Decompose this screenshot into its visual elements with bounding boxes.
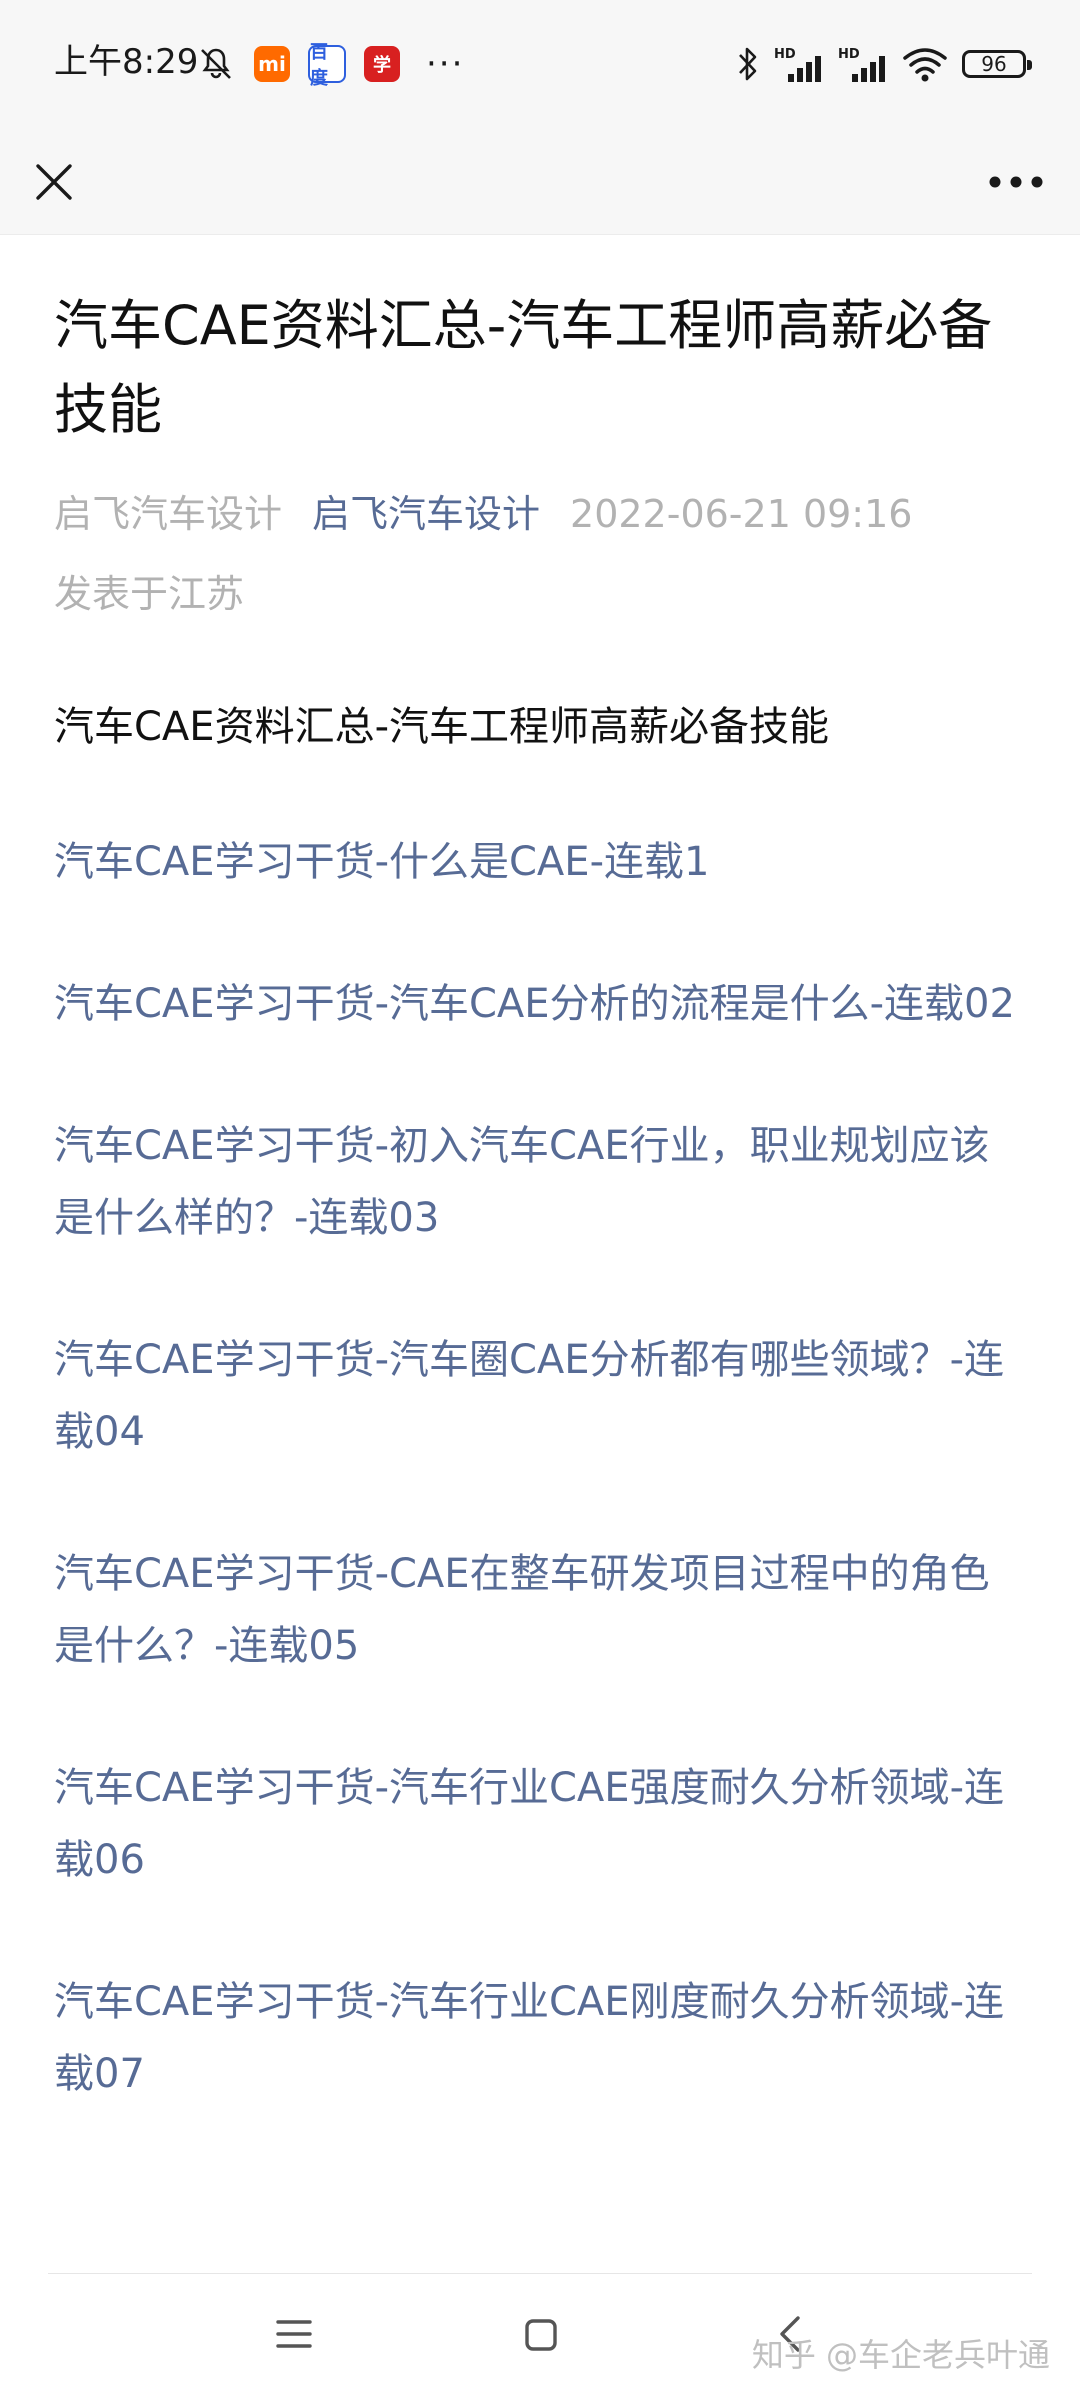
article-link-5[interactable]: 汽车CAE学习干货-CAE在整车研发项目过程中的角色是什么？-连载05 xyxy=(54,1538,1026,1682)
battery-indicator: 96 xyxy=(962,50,1032,78)
article-title: 汽车CAE资料汇总-汽车工程师高薪必备技能 xyxy=(54,294,993,441)
notifications-muted-icon xyxy=(201,48,231,79)
home-square-icon xyxy=(525,2319,557,2351)
hd-label-2: HD xyxy=(838,47,860,62)
close-icon xyxy=(36,164,72,200)
article-link-3[interactable]: 汽车CAE学习干货-初入汽车CAE行业，职业规划应该是什么样的？-连载03 xyxy=(54,1110,1026,1254)
article-link-2[interactable]: 汽车CAE学习干货-汽车CAE分析的流程是什么-连载02 xyxy=(54,968,1026,1040)
menu-icon xyxy=(276,2320,312,2348)
publish-date: 2022-06-21 09:16 xyxy=(570,492,913,536)
signal-2-icon: HD xyxy=(838,47,885,82)
home-button[interactable] xyxy=(524,2318,558,2356)
account-name-link[interactable]: 启飞汽车设计 xyxy=(312,492,540,536)
baidu-app-icon: 百度 xyxy=(308,42,346,89)
article-link-1[interactable]: 汽车CAE学习干货-什么是CAE-连载1 xyxy=(54,826,1026,898)
watermark: 知乎 @车企老兵叶通 xyxy=(751,2336,1050,2374)
status-time: 上午8:29 xyxy=(54,42,199,82)
author-name: 启飞汽车设计 xyxy=(54,492,283,536)
recent-apps-button[interactable] xyxy=(276,2318,312,2354)
article: 汽车CAE资料汇总-汽车工程师高薪必备技能 启飞汽车设计 启飞汽车设计 2022-0… xyxy=(54,234,1026,2110)
article-intro: 汽车CAE资料汇总-汽车工程师高薪必备技能 xyxy=(54,704,829,750)
page: 上午8:29 mi 百度 学 ··· HD HD 96 汽车CAE资料汇总-汽车… xyxy=(0,0,1080,2400)
status-bar: 上午8:29 mi 百度 学 ··· HD HD 96 xyxy=(0,0,1080,130)
signal-1-icon: HD xyxy=(774,47,821,82)
article-meta: 启飞汽车设计 启飞汽车设计 2022-06-21 09:16 发表于江苏 xyxy=(54,474,1026,634)
xuexi-app-icon: 学 xyxy=(364,46,400,82)
article-link-7[interactable]: 汽车CAE学习干货-汽车行业CAE刚度耐久分析领域-连载07 xyxy=(54,1966,1026,2110)
top-navigation xyxy=(0,130,1080,235)
status-right-icons: HD HD 96 xyxy=(722,42,1032,86)
hd-label-1: HD xyxy=(774,47,796,62)
more-options-button[interactable] xyxy=(976,152,1056,212)
more-notifications-icon: ··· xyxy=(426,44,465,84)
article-link-4[interactable]: 汽车CAE学习干货-汽车圈CAE分析都有哪些领域？-连载04 xyxy=(54,1324,1026,1468)
status-left-icons: mi 百度 学 ··· xyxy=(196,42,482,89)
more-horizontal-icon xyxy=(989,176,1043,188)
publish-location: 发表于江苏 xyxy=(54,572,245,616)
wifi-icon xyxy=(903,48,947,82)
close-button[interactable] xyxy=(24,152,84,212)
article-link-list: 汽车CAE学习干货-什么是CAE-连载1 汽车CAE学习干货-汽车CAE分析的流… xyxy=(54,826,1026,2110)
article-link-6[interactable]: 汽车CAE学习干货-汽车行业CAE强度耐久分析领域-连载06 xyxy=(54,1752,1026,1896)
bluetooth-icon xyxy=(739,47,757,81)
xiaomi-app-icon: mi xyxy=(254,46,290,82)
